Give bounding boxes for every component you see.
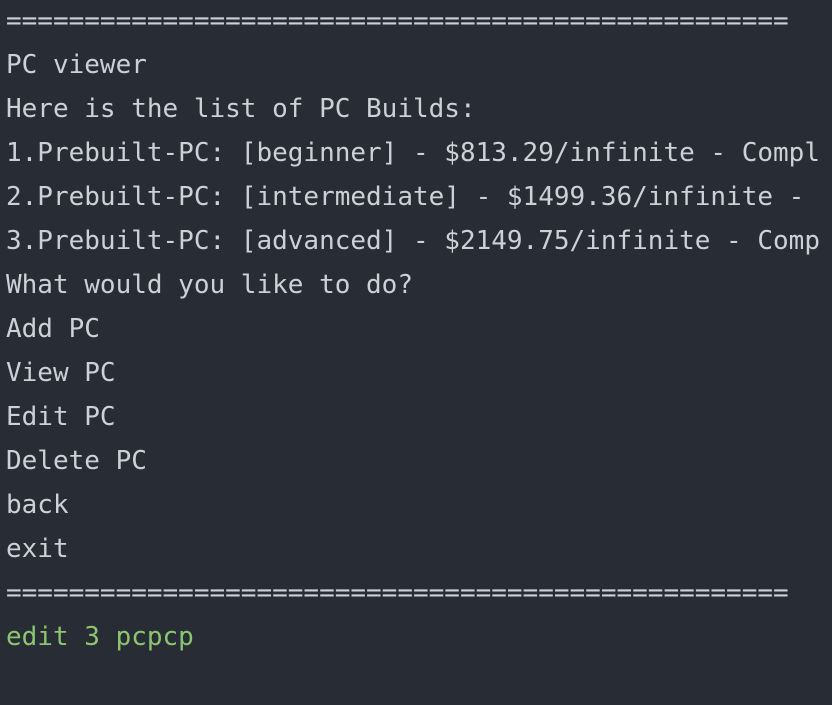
menu-option-delete-pc: Delete PC <box>6 446 147 476</box>
menu-option-edit-pc: Edit PC <box>6 402 116 432</box>
menu-option-back: back <box>6 490 69 520</box>
console-output: ========================================… <box>0 0 832 705</box>
menu-prompt: What would you like to do? <box>6 270 413 300</box>
build-list-item: 3.Prebuilt-PC: [advanced] - $2149.75/inf… <box>6 226 820 256</box>
menu-option-add-pc: Add PC <box>6 314 100 344</box>
console-title: PC viewer <box>6 50 147 80</box>
console-input-line[interactable]: edit 3 pcpcp <box>6 622 194 652</box>
list-heading: Here is the list of PC Builds: <box>6 94 476 124</box>
menu-option-exit: exit <box>6 534 69 564</box>
separator-line-bottom: ========================================… <box>6 578 789 608</box>
build-list-item: 1.Prebuilt-PC: [beginner] - $813.29/infi… <box>6 138 820 168</box>
separator-line-top: ========================================… <box>6 6 789 36</box>
menu-option-view-pc: View PC <box>6 358 116 388</box>
build-list-item: 2.Prebuilt-PC: [intermediate] - $1499.36… <box>6 182 820 212</box>
